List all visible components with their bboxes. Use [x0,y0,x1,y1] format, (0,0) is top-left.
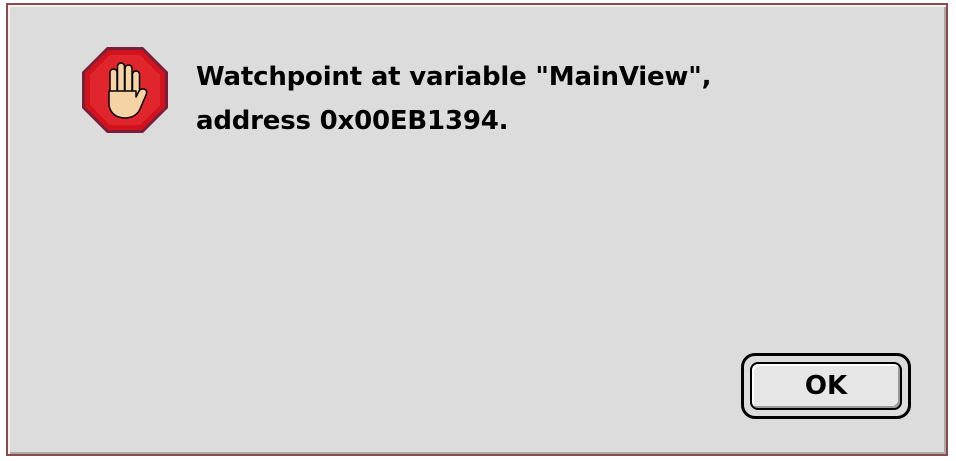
stop-hand-icon [80,45,170,135]
message-line-1: Watchpoint at variable "MainView", [196,62,712,92]
alert-dialog: Watchpoint at variable "MainView", addre… [6,3,948,456]
ok-button[interactable]: OK [750,362,902,410]
default-button-ring: OK [741,353,911,419]
alert-message: Watchpoint at variable "MainView", addre… [196,55,896,143]
message-line-2: address 0x00EB1394. [196,106,509,136]
